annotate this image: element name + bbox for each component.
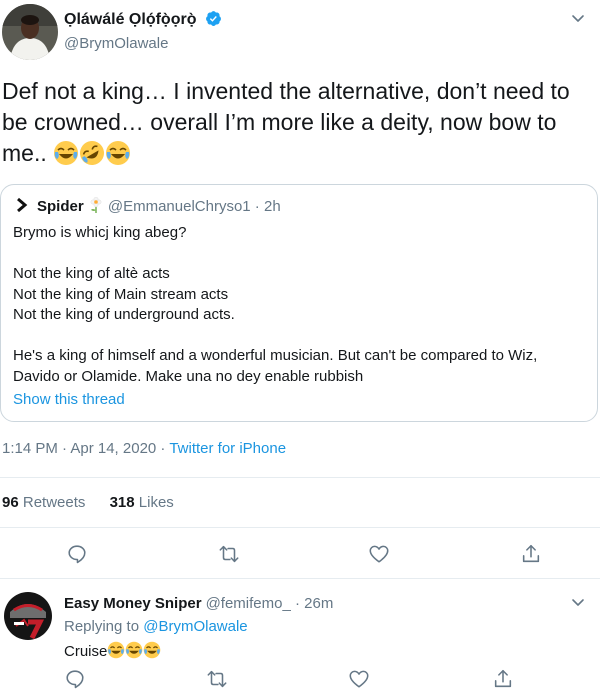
show-thread-link[interactable]: Show this thread xyxy=(13,391,125,408)
like-icon[interactable] xyxy=(348,668,370,690)
tweet-source-link[interactable]: Twitter for iPhone xyxy=(169,440,286,457)
tears-of-joy-emoji xyxy=(105,140,131,174)
quoted-time: 2h xyxy=(263,198,281,215)
share-icon[interactable] xyxy=(492,668,514,690)
rofl-emoji xyxy=(79,140,105,174)
author-handle[interactable]: @BrymOlawale xyxy=(64,35,168,52)
reply-author-avatar[interactable] xyxy=(4,592,52,640)
reply-icon[interactable] xyxy=(64,668,86,690)
reply-author-handle[interactable]: @femifemo_ xyxy=(206,595,291,612)
quoted-line: Not the king of Main stream acts xyxy=(13,285,229,303)
tweet-timestamp: 1:14 PM · Apr 14, 2020 · Twitter for iPh… xyxy=(2,440,286,457)
retweets-count: 96 xyxy=(2,494,19,511)
quoted-line: He's a king of himself and a wonderful m… xyxy=(13,347,538,385)
retweet-icon[interactable] xyxy=(206,668,228,690)
quoted-tweet-header: Spider @EmmanuelChryso1 · 2h xyxy=(13,195,281,217)
tweet-text: Def not a king… I invented the alternati… xyxy=(2,76,598,174)
replying-to-line: Replying to @BrymOlawale xyxy=(64,618,248,635)
likes-label: Likes xyxy=(138,494,174,511)
author-name[interactable]: Ọláwálé Ọlọ́fọ̀ọrọ̀ xyxy=(64,10,222,29)
replying-to-mention[interactable]: @BrymOlawale xyxy=(143,618,247,635)
quoted-author-handle: @EmmanuelChryso1 xyxy=(107,198,251,215)
quoted-line: Not the king of altè acts xyxy=(13,265,170,282)
like-icon[interactable] xyxy=(368,543,390,565)
timestamp-separator: · xyxy=(156,440,170,457)
tears-of-joy-emoji xyxy=(125,641,143,663)
flower-emoji xyxy=(88,196,104,213)
quoted-time-separator: · xyxy=(250,198,264,215)
tears-of-joy-emoji xyxy=(53,140,79,174)
likes-count: 318 xyxy=(109,494,135,511)
tears-of-joy-emoji xyxy=(107,641,125,663)
reply-icon[interactable] xyxy=(66,543,88,565)
divider xyxy=(0,477,600,478)
quoted-tweet-text: Brymo is whicj king abeg? Not the king o… xyxy=(13,223,588,387)
share-icon[interactable] xyxy=(520,543,542,565)
verified-badge-icon xyxy=(205,11,221,26)
quoted-line: Not the king of underground acts. xyxy=(13,306,235,323)
tweet-stats: 96 Retweets 318 Likes xyxy=(2,494,174,511)
divider xyxy=(0,578,600,579)
likes-stat[interactable]: 318 Likes xyxy=(110,494,174,511)
replying-to-prefix: Replying to xyxy=(64,618,144,635)
retweet-icon[interactable] xyxy=(218,543,240,565)
author-name-text[interactable]: Ọláwálé Ọlọ́fọ̀ọrọ̀ xyxy=(64,11,196,28)
reply-author-name[interactable]: Easy Money Sniper xyxy=(64,595,202,612)
retweets-stat[interactable]: 96 Retweets xyxy=(2,494,85,511)
reply-header: Easy Money Sniper @femifemo_ · 26m xyxy=(64,595,333,612)
reply-text: Cruise xyxy=(64,641,161,663)
divider xyxy=(0,527,600,528)
tweet-header: Ọláwálé Ọlọ́fọ̀ọrọ̀ @BrymOlawale xyxy=(0,0,600,70)
tears-of-joy-emoji xyxy=(143,641,161,663)
reply-time-separator: · xyxy=(290,595,305,612)
author-avatar[interactable] xyxy=(2,4,58,60)
chevron-down-icon[interactable] xyxy=(568,8,588,28)
retweets-label: Retweets xyxy=(22,494,86,511)
quoted-author-avatar xyxy=(13,195,33,215)
chevron-down-icon[interactable] xyxy=(568,592,588,612)
quoted-tweet-card[interactable]: Spider @EmmanuelChryso1 · 2h Brymo is wh… xyxy=(0,184,598,422)
reply-text-content: Cruise xyxy=(64,643,108,660)
timestamp-text[interactable]: 1:14 PM · Apr 14, 2020 xyxy=(2,440,156,457)
reply-time[interactable]: 26m xyxy=(304,595,333,612)
quoted-author-name: Spider xyxy=(37,198,84,215)
quoted-line: Brymo is whicj king abeg? xyxy=(13,224,187,241)
